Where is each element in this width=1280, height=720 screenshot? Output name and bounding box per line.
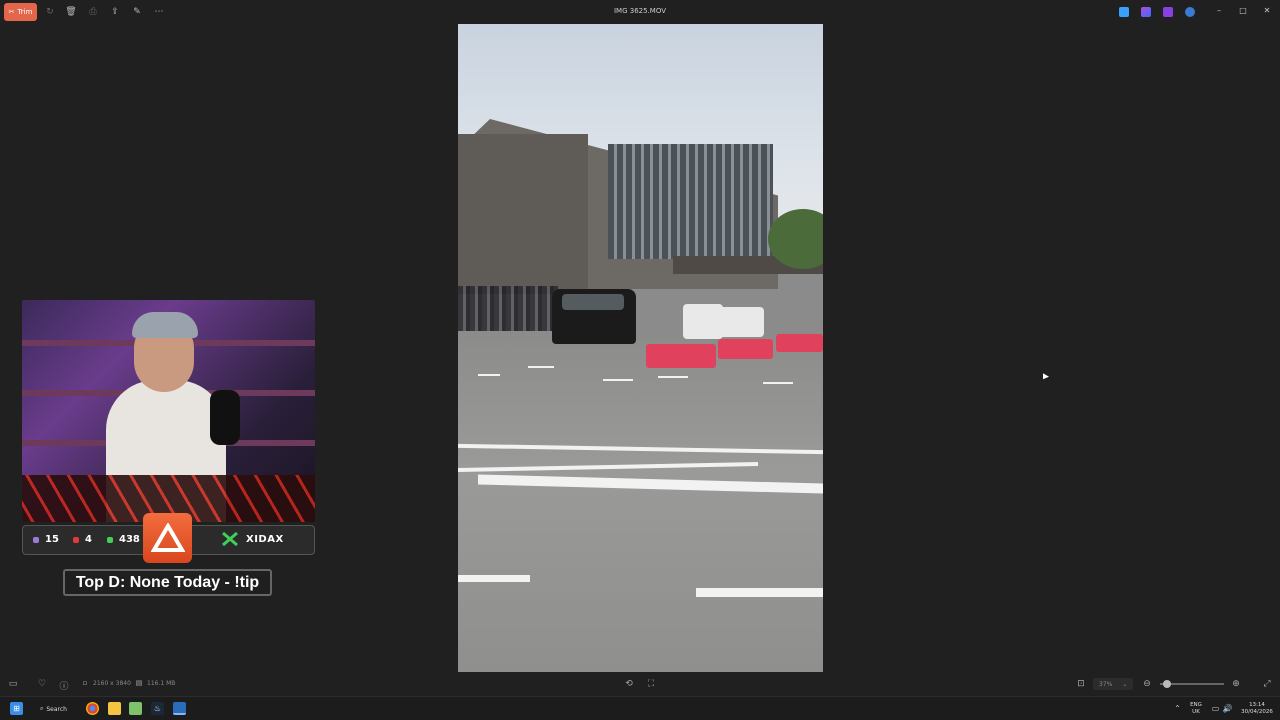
chrome-icon[interactable] bbox=[86, 702, 99, 715]
maximize-icon[interactable]: □ bbox=[1237, 6, 1249, 15]
xidax-logo-icon bbox=[222, 532, 238, 546]
video-kart bbox=[718, 339, 773, 359]
clipchamp-icon[interactable] bbox=[1163, 7, 1173, 17]
edit-in-app-icon[interactable] bbox=[1119, 7, 1129, 17]
filmstrip-icon[interactable]: ▭ bbox=[7, 679, 19, 689]
status-bar: ▭ ♡ ⓘ ▫ 2160 x 3840 ▤ 116.1 MB ⟲ ⛶ ⊡ ⊖ ⊕… bbox=[0, 672, 1280, 696]
dimensions-icon: ▫ bbox=[82, 679, 88, 687]
volume-icon[interactable]: 🔊 bbox=[1221, 702, 1234, 715]
video-road bbox=[458, 334, 823, 672]
photos-app-window: ✂ Trim ↻ 🗑 ⎙ ⇪ ✎ ⋯ IMG 3625.MOV – □ ✕ 15… bbox=[0, 0, 1280, 696]
lane-marking bbox=[696, 588, 823, 597]
language-region: UK bbox=[1192, 709, 1200, 715]
top-toolbar: ✂ Trim ↻ 🗑 ⎙ ⇪ ✎ ⋯ IMG 3625.MOV – □ ✕ bbox=[0, 0, 1280, 24]
stat-subs: 15 bbox=[33, 534, 59, 545]
windows-start-icon[interactable]: ⊞ bbox=[10, 702, 23, 715]
file-size-icon: ▤ bbox=[135, 679, 143, 687]
stat-youtube: 4 bbox=[73, 534, 92, 545]
clock-time: 13:14 bbox=[1249, 702, 1265, 708]
language-code: ENG bbox=[1190, 702, 1202, 708]
road-marking bbox=[478, 374, 500, 376]
fullscreen-icon[interactable]: ⤢ bbox=[1261, 679, 1273, 689]
chevron-up-icon[interactable]: ⌃ bbox=[1171, 702, 1184, 715]
window-title: IMG 3625.MOV bbox=[613, 7, 666, 15]
close-icon[interactable]: ✕ bbox=[1261, 6, 1273, 15]
video-frame[interactable] bbox=[458, 24, 823, 672]
taskbar-search[interactable]: ⌕ Search bbox=[36, 701, 74, 717]
sponsor-name: XIDAX bbox=[246, 533, 284, 545]
minimize-icon[interactable]: – bbox=[1213, 6, 1225, 15]
road-marking bbox=[658, 376, 688, 378]
zoom-level-select[interactable]: 37% ⌄ bbox=[1093, 678, 1133, 690]
resolution-text: 2160 x 3840 bbox=[93, 680, 131, 687]
streamer-cap bbox=[132, 312, 198, 338]
file-size-text: 116.1 MB bbox=[147, 680, 176, 687]
onedrive-icon[interactable] bbox=[1185, 7, 1195, 17]
search-icon: ⌕ bbox=[40, 705, 44, 712]
fit-to-window-icon[interactable]: ⊡ bbox=[1075, 679, 1087, 689]
notepad-icon[interactable] bbox=[129, 702, 142, 715]
language-indicator[interactable]: ENG UK bbox=[1187, 702, 1205, 716]
sponsor: XIDAX bbox=[222, 532, 284, 546]
zoom-in-icon[interactable]: ⊕ bbox=[1230, 679, 1242, 689]
video-building-glass bbox=[608, 144, 773, 259]
stat-value: 4 bbox=[85, 534, 92, 545]
kick-icon bbox=[107, 536, 113, 543]
copilot-icon[interactable] bbox=[1141, 7, 1151, 17]
windows-taskbar: ⊞ ⌕ Search ♨ ⌃ ENG UK ▭ 🔊 13:14 30/04/20… bbox=[0, 696, 1280, 720]
zoom-level-value: 37% bbox=[1099, 680, 1113, 688]
twitch-icon bbox=[33, 536, 39, 543]
video-kart bbox=[776, 334, 823, 352]
zoom-slider-thumb[interactable] bbox=[1163, 680, 1171, 688]
microphone bbox=[210, 390, 240, 445]
channel-logo bbox=[143, 513, 192, 563]
stat-kick: 438 bbox=[107, 534, 140, 545]
clock-date: 30/04/2026 bbox=[1241, 709, 1273, 715]
road-marking bbox=[603, 379, 633, 381]
road-marking bbox=[528, 366, 554, 368]
favorite-icon[interactable]: ♡ bbox=[36, 679, 48, 689]
youtube-icon bbox=[73, 536, 79, 543]
chevron-down-icon: ⌄ bbox=[1122, 680, 1128, 688]
road-marking bbox=[763, 382, 793, 384]
stat-value: 438 bbox=[119, 534, 140, 545]
webcam-overlay bbox=[22, 300, 315, 522]
top-donation-banner: Top D: None Today - !tip bbox=[63, 569, 272, 596]
mouse-cursor-icon bbox=[1043, 373, 1049, 383]
video-building-left bbox=[458, 134, 588, 294]
video-taxi-window bbox=[562, 294, 624, 310]
triangle-logo-icon bbox=[150, 523, 185, 552]
rotate-left-icon[interactable]: ⟲ bbox=[623, 679, 635, 689]
video-van-2 bbox=[714, 307, 764, 337]
lane-marking bbox=[458, 575, 530, 582]
stat-value: 15 bbox=[45, 534, 59, 545]
steam-icon[interactable]: ♨ bbox=[151, 702, 164, 715]
search-label: Search bbox=[46, 705, 67, 713]
zoom-out-icon[interactable]: ⊖ bbox=[1141, 679, 1153, 689]
video-kart bbox=[646, 344, 716, 368]
file-explorer-icon[interactable] bbox=[108, 702, 121, 715]
clock[interactable]: 13:14 30/04/2026 bbox=[1238, 702, 1276, 716]
video-crowd bbox=[458, 286, 558, 331]
crop-icon[interactable]: ⛶ bbox=[645, 679, 657, 689]
info-icon[interactable]: ⓘ bbox=[58, 679, 70, 692]
photos-app-icon[interactable] bbox=[173, 702, 186, 715]
